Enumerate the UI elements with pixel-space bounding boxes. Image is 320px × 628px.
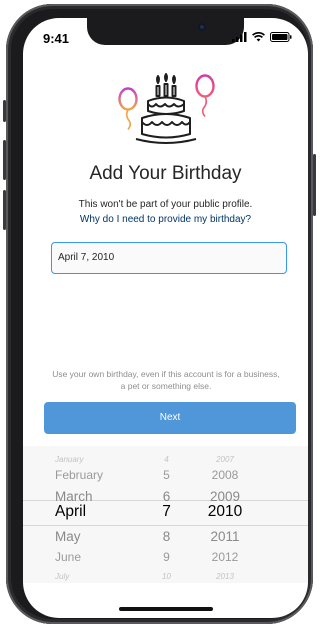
subtitle: This won't be part of your public profil… [78,199,253,210]
home-indicator[interactable] [119,607,213,611]
power-button [313,154,316,216]
picker-day[interactable]: 5 [143,468,190,482]
picker-row[interactable]: February 5 2008 [23,465,308,485]
wifi-icon [252,32,265,42]
picker-year[interactable]: 2013 [190,572,260,581]
page-title: Add Your Birthday [89,163,242,184]
picker-month[interactable]: May [23,529,143,544]
why-birthday-link[interactable]: Why do I need to provide my birthday? [23,214,308,225]
date-picker[interactable]: January 4 2007 February 5 2008 March 6 2009 April… [23,446,308,583]
picker-month[interactable]: February [23,468,143,482]
picker-year[interactable]: 2012 [190,550,260,564]
picker-day[interactable]: 9 [143,550,190,564]
next-button[interactable]: Next [44,402,296,434]
picker-row[interactable]: April 7 2010 [23,502,308,522]
picker-year[interactable]: 2011 [190,529,260,544]
birthday-cake-icon [118,73,215,144]
status-icons [232,32,292,42]
picker-row[interactable]: June 9 2012 [23,547,308,567]
picker-month[interactable]: June [23,550,143,564]
picker-row[interactable]: May 8 2011 [23,526,308,546]
picker-year[interactable]: 2007 [190,455,260,464]
picker-day[interactable]: 10 [143,572,190,581]
mute-switch [3,100,6,122]
picker-month[interactable]: January [23,455,143,464]
screen: 9:41 Add Your Birthday This won't be par… [23,18,308,618]
picker-row[interactable]: July 10 2013 [23,566,308,583]
picker-year[interactable]: 2008 [190,468,260,482]
volume-down-button [3,190,6,230]
phone-frame: 9:41 Add Your Birthday This won't be par… [3,4,316,624]
picker-day[interactable]: 8 [143,529,190,544]
birthday-note-line1: Use your own birthday, even if this acco… [52,369,280,379]
picker-year[interactable]: 2010 [190,503,260,521]
status-time: 9:41 [43,31,70,46]
volume-up-button [3,140,6,180]
picker-month[interactable]: July [23,572,143,581]
picker-month[interactable]: April [23,503,143,521]
picker-day[interactable]: 4 [143,455,190,464]
signal-icon [232,32,247,42]
picker-day[interactable]: 7 [143,503,190,521]
birthday-input[interactable]: April 7, 2010 [51,242,287,274]
birthday-note: Use your own birthday, even if this acco… [37,368,295,392]
notch [87,18,244,45]
battery-icon [270,32,292,42]
front-camera [198,23,206,31]
birthday-note-line2: a pet or something else. [120,381,212,391]
